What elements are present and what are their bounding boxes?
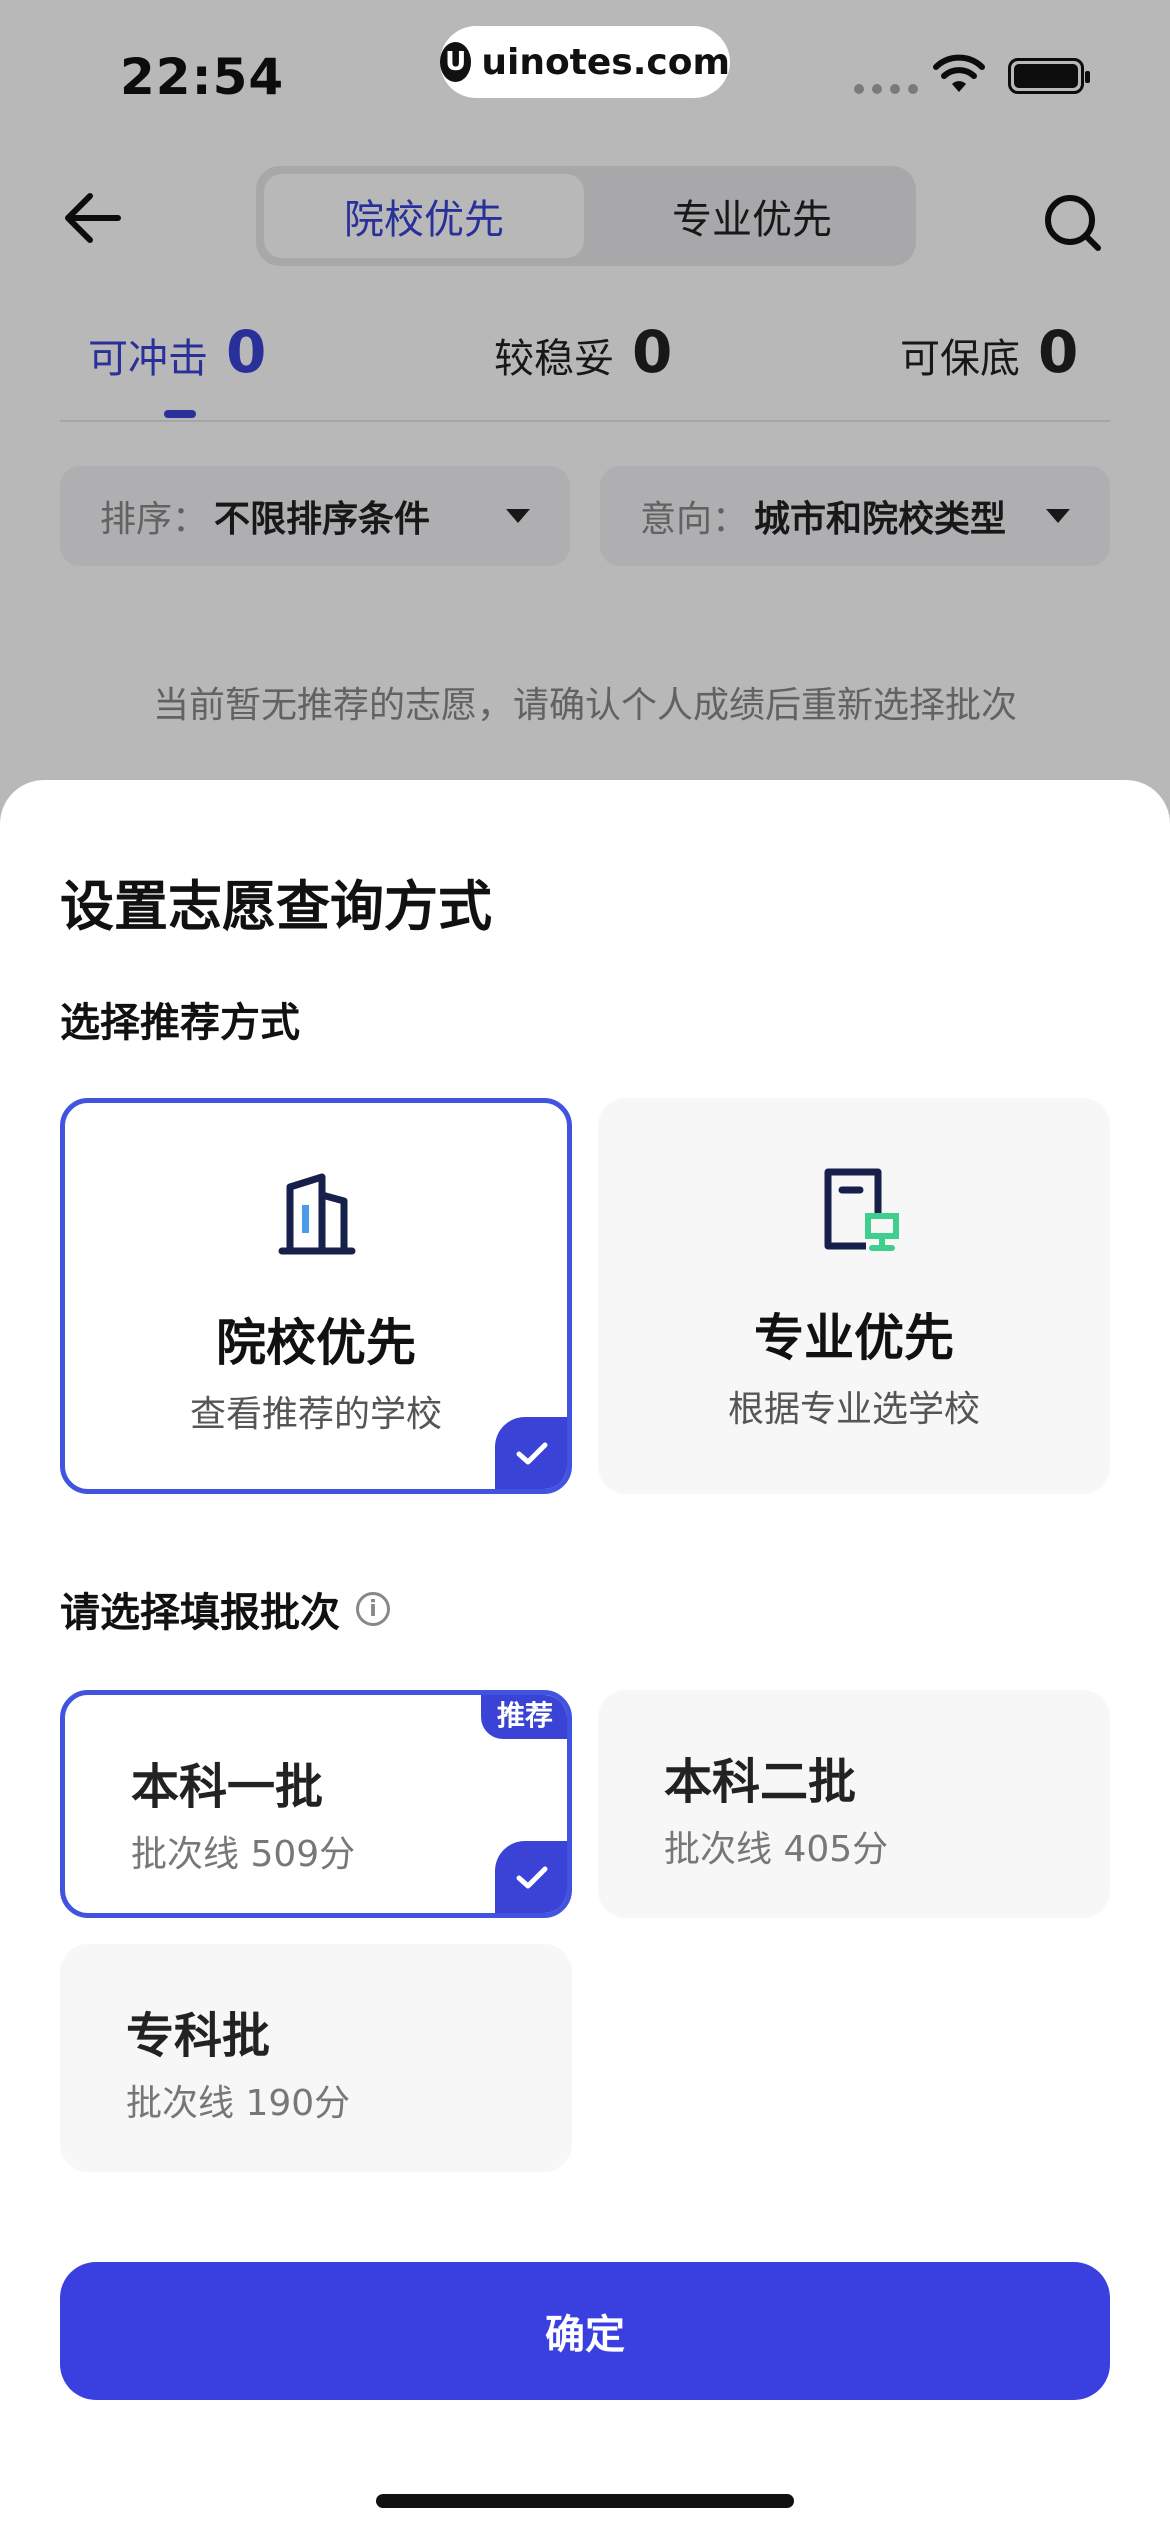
tab-guarantee[interactable]: 可保底 0 (900, 318, 1078, 386)
intent-filter[interactable]: 意向： 城市和院校类型 (600, 466, 1110, 566)
batch-score-line: 批次线 405分 (664, 1829, 889, 1870)
method-card-school-first[interactable]: 院校优先 查看推荐的学校 (60, 1098, 572, 1494)
batch-section-label: 请选择填报批次 (60, 1590, 340, 1636)
battery-icon (1008, 58, 1090, 94)
intent-filter-key: 意向： (640, 499, 749, 540)
caret-down-icon (506, 509, 530, 523)
active-tab-indicator (164, 410, 196, 418)
info-icon[interactable]: i (356, 1592, 390, 1626)
segment-major-first[interactable]: 专业优先 (596, 174, 908, 258)
status-time: 22:54 (120, 48, 285, 106)
batch-section-title: 请选择填报批次 i (60, 1580, 390, 1638)
batch-title: 本科二批 (664, 1754, 857, 1810)
back-arrow-icon[interactable] (62, 190, 122, 246)
query-settings-sheet: 设置志愿查询方式 选择推荐方式 院校优先 查看推荐的学校 专业优先 根据专业选学… (0, 780, 1170, 2532)
intent-filter-value: 城市和院校类型 (754, 499, 1007, 540)
sort-filter[interactable]: 排序： 不限排序条件 (60, 466, 570, 566)
batch-card-junior-college[interactable]: 专科批 批次线 190分 (60, 1944, 572, 2172)
selected-check-icon (495, 1841, 567, 1913)
tab-safe-count: 0 (632, 318, 673, 386)
batch-card-undergrad-1[interactable]: 推荐 本科一批 批次线 509分 (60, 1690, 572, 1918)
batch-title: 本科一批 (131, 1759, 324, 1815)
tab-reach[interactable]: 可冲击 0 (88, 318, 266, 386)
method-subtitle: 查看推荐的学校 (189, 1394, 442, 1435)
watermark-text: uinotes.com (481, 41, 730, 83)
home-indicator (376, 2494, 794, 2508)
sort-filter-value: 不限排序条件 (214, 499, 431, 540)
tab-reach-label: 可冲击 (88, 336, 208, 382)
tab-divider (60, 420, 1110, 422)
method-title: 专业优先 (754, 1309, 954, 1367)
search-icon[interactable] (1044, 194, 1104, 254)
method-title: 院校优先 (216, 1314, 416, 1372)
sheet-title: 设置志愿查询方式 (60, 875, 492, 938)
batch-score-line: 批次线 190分 (126, 2083, 351, 2124)
method-card-major-first[interactable]: 专业优先 根据专业选学校 (598, 1098, 1110, 1494)
batch-score-line: 批次线 509分 (131, 1834, 356, 1875)
batch-title: 专科批 (126, 2008, 271, 2064)
mode-segmented-control: 院校优先 专业优先 (256, 166, 916, 266)
tab-guarantee-label: 可保底 (900, 336, 1020, 382)
signal-icon (854, 84, 918, 94)
sort-filter-key: 排序： (100, 499, 209, 540)
tab-safe[interactable]: 较稳妥 0 (494, 318, 672, 386)
tab-safe-label: 较稳妥 (494, 336, 614, 382)
batch-card-undergrad-2[interactable]: 本科二批 批次线 405分 (598, 1690, 1110, 1918)
recommend-badge: 推荐 (480, 1695, 567, 1739)
empty-message: 当前暂无推荐的志愿，请确认个人成绩后重新选择批次 (152, 685, 1017, 726)
category-tabs: 可冲击 0 较稳妥 0 可保底 0 (60, 318, 1110, 428)
tab-reach-count: 0 (226, 318, 267, 386)
method-subtitle: 根据专业选学校 (727, 1389, 980, 1430)
watermark-logo: U (440, 42, 472, 82)
selected-check-icon (495, 1417, 567, 1489)
building-icon (278, 1173, 356, 1255)
watermark: U uinotes.com (440, 26, 730, 98)
confirm-button[interactable]: 确定 (60, 2262, 1110, 2400)
caret-down-icon (1046, 509, 1070, 523)
book-icon (824, 1168, 899, 1251)
tab-guarantee-count: 0 (1038, 318, 1079, 386)
wifi-icon (933, 54, 985, 92)
method-section-title: 选择推荐方式 (60, 1000, 300, 1046)
segment-school-first[interactable]: 院校优先 (264, 174, 584, 258)
